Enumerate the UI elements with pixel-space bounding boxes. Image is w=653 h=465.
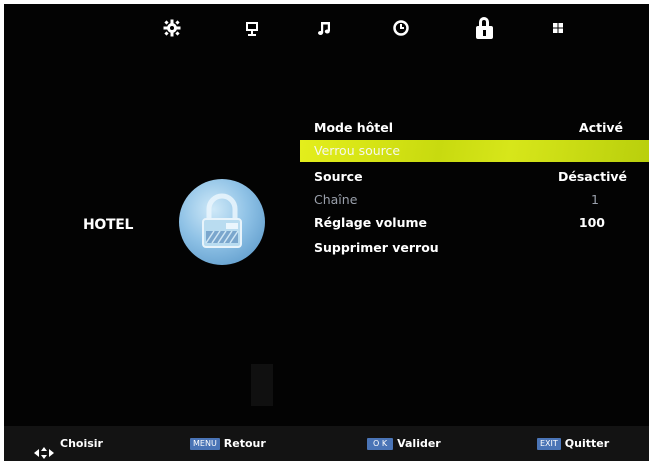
timer-icon[interactable] [389,16,413,40]
menu-item-value: 100 [578,215,605,230]
settings-icon[interactable] [160,16,184,40]
picture-icon[interactable] [240,16,264,40]
help-bar: Choisir MENU Retour O K Valider EXIT Quitte… [4,426,649,461]
tv-menu-screen: HOTEL Mode hôtel Activé Verrou source So… [4,4,649,461]
menu-item-value: Activé [579,120,623,135]
sound-icon-glyph [318,22,330,35]
menu-key-badge: MENU [190,438,220,450]
section-title: HOTEL [83,217,134,233]
help-exit: EXIT Quitter [537,426,609,461]
menu-item-label: Réglage volume [314,215,427,230]
menu-item-reglage-volume[interactable]: Réglage volume 100 [300,212,649,234]
padlock-illustration-glyph [202,193,242,248]
arrows-icon-glyph [34,447,54,459]
lock-icon[interactable] [473,16,497,40]
menu-item-label: Chaîne [314,192,358,207]
padlock-illustration-icon [179,179,265,265]
apps-icon-glyph [553,23,563,33]
menu-item-value: 1 [591,192,599,207]
help-exit-label: Quitter [564,437,610,450]
help-back-label: Retour [223,437,266,450]
lock-icon-keyhole [483,30,486,36]
menu-item-verrou-source[interactable]: Verrou source [300,140,649,162]
help-navigate: Choisir [34,426,103,461]
menu-item-label: Source [314,169,363,184]
top-icon-bar [4,4,649,48]
arrows-icon [34,438,54,459]
menu-item-supprimer-verrou[interactable]: Supprimer verrou [300,237,649,259]
settings-icon-glyph [163,19,181,37]
help-back: MENU Retour [190,426,266,461]
background-shadow-block [251,364,273,406]
menu-item-chaine: Chaîne 1 [300,189,649,211]
menu-item-source[interactable]: Source Désactivé [300,166,649,188]
sound-icon[interactable] [313,16,337,40]
help-ok: O K Valider [367,426,441,461]
picture-icon-glyph [246,22,258,36]
help-navigate-label: Choisir [60,437,103,450]
timer-icon-glyph [393,20,409,36]
apps-icon[interactable] [546,16,570,40]
ok-key-badge: O K [367,438,394,450]
help-ok-label: Valider [397,437,441,450]
menu-item-label: Mode hôtel [314,120,394,135]
menu-item-label: Supprimer verrou [314,240,439,255]
menu-item-value: Désactivé [557,169,627,184]
menu-item-mode-hotel[interactable]: Mode hôtel Activé [300,117,649,139]
exit-key-badge: EXIT [537,438,561,450]
menu-item-label: Verrou source [314,143,401,158]
